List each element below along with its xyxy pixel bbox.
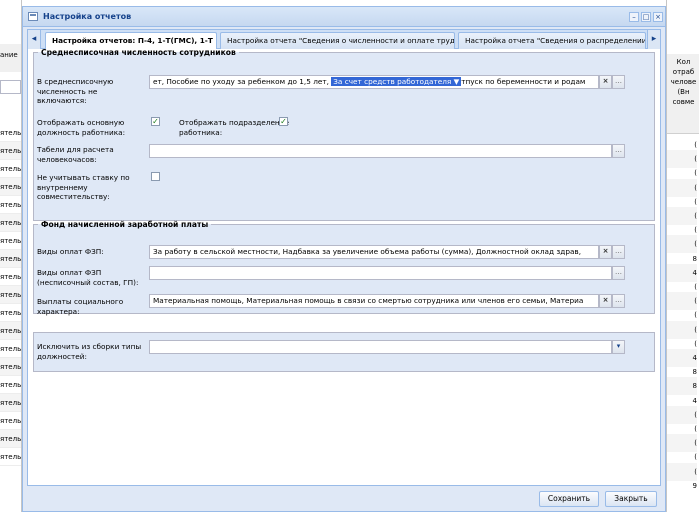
show-subdivision-checkbox[interactable]: ✓ xyxy=(279,117,288,126)
ignore-rate-checkbox[interactable] xyxy=(151,172,160,181)
timesheets-label: Табели для расчета человекочасов: xyxy=(37,145,114,164)
window-title: Настройка отчетов xyxy=(43,12,132,21)
social-payments-clear-icon[interactable]: × xyxy=(599,294,612,308)
excluded-selected-item[interactable]: За счет средств работодателя ▼ xyxy=(331,77,462,86)
exclude-positions-field[interactable] xyxy=(149,340,612,354)
close-button[interactable]: Закрыть xyxy=(605,491,657,507)
report-settings-window: Настройка отчетов – □ × ◂ Настройка отче… xyxy=(22,6,666,512)
ignore-rate-label: Не учитывать ставку по внутреннему совме… xyxy=(37,173,130,201)
background-row[interactable]: ятель xyxy=(0,394,21,412)
excluded-clear-icon[interactable]: × xyxy=(599,75,612,89)
background-column-header-right: Кол отраб челове (Вн совме xyxy=(667,54,699,134)
maximize-button[interactable]: □ xyxy=(641,11,651,22)
timesheets-more-icon[interactable]: … xyxy=(612,144,625,158)
payroll-fund-legend: Фонд начисленной заработной платы xyxy=(41,220,209,229)
fzp-label: Виды оплат ФЗП: xyxy=(37,247,104,256)
save-button[interactable]: Сохранить xyxy=(539,491,599,507)
background-row[interactable]: ятель xyxy=(0,304,21,322)
excluded-more-icon[interactable]: … xyxy=(612,75,625,89)
background-grid-left: ание ятель ятель ятель ятель ятель ятель ятель… xyxy=(0,0,22,512)
exclude-positions-label: Исключить из сборки типы должностей: xyxy=(37,342,142,361)
fzp-clear-icon[interactable]: × xyxy=(599,245,612,259)
background-row[interactable]: ятель xyxy=(0,178,21,196)
show-main-position-label: Отображать основную должность работника: xyxy=(37,118,126,137)
tab-scroll-left-icon[interactable]: ◂ xyxy=(28,30,41,49)
social-payments-more-icon[interactable]: … xyxy=(612,294,625,308)
fzp-more-icon[interactable]: … xyxy=(612,245,625,259)
background-row[interactable]: ятель xyxy=(0,448,21,466)
exclude-positions-dropdown-icon[interactable]: ▾ xyxy=(612,340,625,354)
excluded-value-start: ет, Пособие по уходу за ребенком до 1,5 … xyxy=(153,77,332,86)
background-row[interactable]: ятель xyxy=(0,340,21,358)
tab-strip: ◂ Настройка отчетов: П-4, 1-Т(ГМС), 1-Т … xyxy=(27,29,661,50)
background-row[interactable]: ятель xyxy=(0,430,21,448)
excluded-label: В среднесписочную численность не включаю… xyxy=(37,77,114,105)
window-titlebar[interactable]: Настройка отчетов – □ × xyxy=(23,7,665,27)
background-row-value: 9 xyxy=(692,481,697,490)
background-filter-input[interactable] xyxy=(0,80,21,94)
background-row[interactable]: ятель xyxy=(0,268,21,286)
social-payments-field[interactable]: Материальная помощь, Материальная помощь… xyxy=(149,294,599,308)
fzp-field[interactable]: За работу в сельской местности, Надбавка… xyxy=(149,245,599,259)
background-row[interactable]: ятель xyxy=(0,376,21,394)
tab-scroll-right-icon[interactable]: ▸ xyxy=(647,30,660,49)
tab-headcount-pay[interactable]: Настройка отчета "Сведения о численности… xyxy=(220,32,455,49)
tab-content: Среднесписочная численность сотрудников … xyxy=(27,48,661,486)
minimize-button[interactable]: – xyxy=(629,11,639,22)
excluded-field[interactable]: ет, Пособие по уходу за ребенком до 1,5 … xyxy=(149,75,599,89)
avg-headcount-legend: Среднесписочная численность сотрудников xyxy=(41,48,236,57)
background-column-header: ание xyxy=(0,44,21,72)
background-grid-right: Кол отраб челове (Вн совме ((((((((8 4(((… xyxy=(666,0,699,512)
show-main-position-checkbox[interactable]: ✓ xyxy=(151,117,160,126)
background-row[interactable]: ятель xyxy=(0,250,21,268)
show-subdivision-label: Отображать подразделение работника: xyxy=(179,118,289,137)
background-row[interactable]: ятель xyxy=(0,124,21,142)
background-row[interactable]: ятель xyxy=(0,358,21,376)
close-window-button[interactable]: × xyxy=(653,11,663,22)
fzp-noncount-more-icon[interactable]: … xyxy=(612,266,625,280)
background-row[interactable]: ятель xyxy=(0,160,21,178)
fzp-noncount-label: Виды оплат ФЗП (несписочный состав, ГП): xyxy=(37,268,139,287)
social-payments-label: Выплаты социального характера: xyxy=(37,297,124,316)
background-row[interactable]: ятель xyxy=(0,214,21,232)
background-row[interactable]: ятель xyxy=(0,232,21,250)
background-row[interactable]: ятель xyxy=(0,412,21,430)
tab-distribution[interactable]: Настройка отчета "Сведения о распределен… xyxy=(458,32,646,49)
background-row[interactable]: ятель xyxy=(0,196,21,214)
timesheets-field[interactable] xyxy=(149,144,612,158)
background-row[interactable]: ятель xyxy=(0,286,21,304)
background-row[interactable]: ятель xyxy=(0,322,21,340)
background-row[interactable]: ятель xyxy=(0,142,21,160)
fzp-noncount-field[interactable] xyxy=(149,266,612,280)
excluded-value-end: тпуск по беременности и родам xyxy=(461,77,586,86)
window-icon xyxy=(28,12,38,21)
